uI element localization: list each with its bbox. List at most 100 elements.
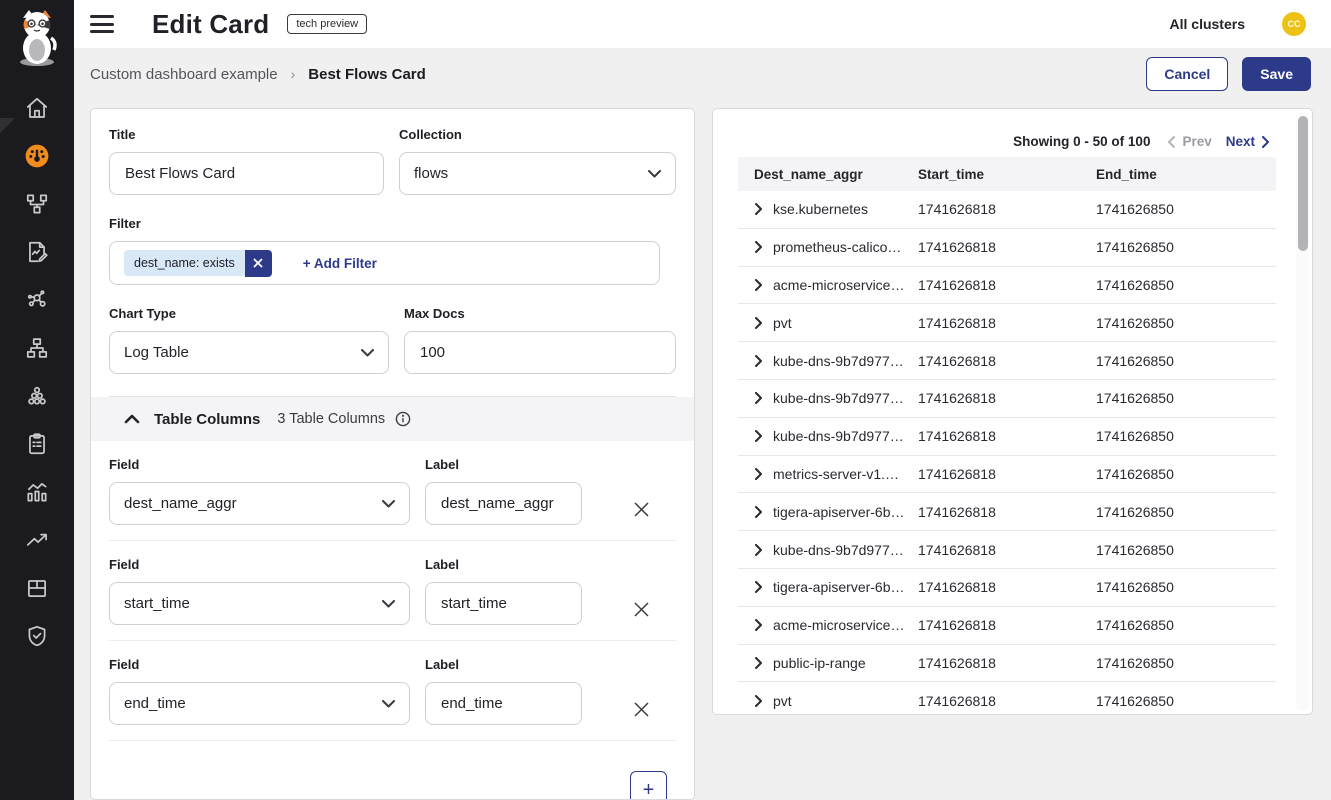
chevron-down-icon [382, 600, 395, 608]
add-column-button[interactable]: + [630, 771, 667, 800]
cell-end-time: 1741626850 [1096, 353, 1276, 369]
field-select[interactable]: start_time [109, 582, 410, 625]
table-row[interactable]: kube-dns-9b7d977f… 1741626818 1741626850 [738, 342, 1276, 380]
cell-dest-name-aggr: metrics-server-v1.3… [773, 466, 905, 482]
info-icon[interactable] [395, 411, 411, 427]
row-expand-chevron-icon[interactable] [754, 241, 763, 253]
nav-home-icon[interactable] [0, 84, 74, 132]
table-row[interactable]: prometheus-calico… 1741626818 1741626850 [738, 229, 1276, 267]
remove-column-button[interactable] [633, 601, 650, 618]
table-columns-section-header[interactable]: Table Columns 3 Table Columns [91, 397, 694, 441]
label-input[interactable] [425, 582, 582, 625]
table-row[interactable]: acme-microservice… 1741626818 1741626850 [738, 607, 1276, 645]
row-expand-chevron-icon[interactable] [754, 468, 763, 480]
scrollbar-thumb[interactable] [1298, 116, 1308, 251]
nav-inventory-icon[interactable] [0, 564, 74, 612]
menu-toggle-icon[interactable] [90, 15, 114, 33]
nav-analytics-icon[interactable] [0, 468, 74, 516]
save-button[interactable]: Save [1242, 57, 1311, 91]
cell-end-time: 1741626850 [1096, 466, 1276, 482]
cell-end-time: 1741626850 [1096, 617, 1276, 633]
chevron-right-icon [1261, 136, 1270, 148]
cell-dest-name-aggr: acme-microservice… [773, 617, 904, 633]
nav-hierarchy-icon[interactable] [0, 324, 74, 372]
next-label: Next [1226, 134, 1255, 149]
filter-label: Filter [109, 216, 676, 231]
field-select[interactable]: end_time [109, 682, 410, 725]
table-row[interactable]: tigera-apiserver-6b… 1741626818 17416268… [738, 493, 1276, 531]
cell-start-time: 1741626818 [918, 466, 1096, 482]
collection-select[interactable]: flows [399, 152, 676, 195]
cell-start-time: 1741626818 [918, 579, 1096, 595]
results-preview-panel: Showing 0 - 50 of 100 Prev Next Dest_nam… [712, 108, 1313, 715]
table-row[interactable]: tigera-apiserver-6b… 1741626818 17416268… [738, 569, 1276, 607]
collapse-chevron-up-icon[interactable] [124, 414, 140, 424]
field-label: Field [109, 657, 410, 672]
max-docs-input[interactable] [404, 331, 676, 374]
remove-filter-button[interactable] [245, 250, 272, 277]
cell-dest-name-aggr: kube-dns-9b7d977f… [773, 542, 905, 558]
field-select[interactable]: dest_name_aggr [109, 482, 410, 525]
remove-column-button[interactable] [633, 501, 650, 518]
chart-type-select[interactable]: Log Table [109, 331, 389, 374]
table-row[interactable]: public-ip-range 1741626818 1741626850 [738, 645, 1276, 683]
table-row[interactable]: metrics-server-v1.3… 1741626818 17416268… [738, 456, 1276, 494]
calico-cat-logo[interactable] [10, 8, 64, 68]
label-input[interactable] [425, 682, 582, 725]
row-expand-chevron-icon[interactable] [754, 544, 763, 556]
nav-compliance-icon[interactable] [0, 420, 74, 468]
breadcrumb-current: Best Flows Card [308, 66, 426, 83]
row-expand-chevron-icon[interactable] [754, 355, 763, 367]
nav-connections-icon[interactable] [0, 276, 74, 324]
title-input[interactable] [109, 152, 384, 195]
row-expand-chevron-icon[interactable] [754, 317, 763, 329]
row-expand-chevron-icon[interactable] [754, 695, 763, 707]
cell-start-time: 1741626818 [918, 201, 1096, 217]
results-scrollbar[interactable] [1296, 112, 1309, 711]
table-row[interactable]: pvt 1741626818 1741626850 [738, 682, 1276, 715]
table-column-editor-row: Field dest_name_aggr Label [109, 457, 676, 541]
table-row[interactable]: kube-dns-9b7d977f… 1741626818 1741626850 [738, 418, 1276, 456]
next-page-button[interactable]: Next [1226, 134, 1270, 149]
table-row[interactable]: kube-dns-9b7d977f… 1741626818 1741626850 [738, 531, 1276, 569]
row-expand-chevron-icon[interactable] [754, 657, 763, 669]
filter-box[interactable]: dest_name: exists + Add Filter [109, 241, 660, 285]
cell-dest-name-aggr: public-ip-range [773, 655, 866, 671]
row-expand-chevron-icon[interactable] [754, 506, 763, 518]
breadcrumb-parent[interactable]: Custom dashboard example [90, 66, 278, 83]
nav-reports-edit-icon[interactable] [0, 228, 74, 276]
chevron-down-icon [382, 500, 395, 508]
cell-start-time: 1741626818 [918, 390, 1096, 406]
prev-page-button[interactable]: Prev [1167, 134, 1211, 149]
nav-clusters-icon[interactable] [0, 372, 74, 420]
nav-service-graph-icon[interactable] [0, 180, 74, 228]
row-expand-chevron-icon[interactable] [754, 581, 763, 593]
cell-dest-name-aggr: pvt [773, 315, 792, 331]
cell-dest-name-aggr: acme-microservice… [773, 277, 904, 293]
table-row[interactable]: pvt 1741626818 1741626850 [738, 304, 1276, 342]
cell-dest-name-aggr: prometheus-calico… [773, 239, 901, 255]
table-row[interactable]: acme-microservice… 1741626818 1741626850 [738, 267, 1276, 305]
remove-column-button[interactable] [633, 701, 650, 718]
add-filter-link[interactable]: + Add Filter [303, 256, 377, 271]
table-row[interactable]: kube-dns-9b7d977f… 1741626818 1741626850 [738, 380, 1276, 418]
max-docs-label: Max Docs [404, 306, 676, 321]
cancel-button[interactable]: Cancel [1146, 57, 1228, 91]
results-table-header: Dest_name_aggr Start_time End_time [738, 157, 1276, 191]
cell-start-time: 1741626818 [918, 504, 1096, 520]
field-label: Field [109, 557, 410, 572]
row-expand-chevron-icon[interactable] [754, 279, 763, 291]
row-expand-chevron-icon[interactable] [754, 619, 763, 631]
cluster-selector[interactable]: All clusters [1170, 16, 1245, 32]
label-input[interactable] [425, 482, 582, 525]
table-row[interactable]: kse.kubernetes 1741626818 1741626850 [738, 191, 1276, 229]
nav-dashboards-icon[interactable] [0, 132, 74, 180]
row-expand-chevron-icon[interactable] [754, 392, 763, 404]
filter-chip: dest_name: exists [124, 250, 272, 277]
row-expand-chevron-icon[interactable] [754, 203, 763, 215]
row-expand-chevron-icon[interactable] [754, 430, 763, 442]
table-columns-title: Table Columns [154, 411, 260, 428]
nav-trends-icon[interactable] [0, 516, 74, 564]
nav-threat-defense-icon[interactable] [0, 612, 74, 660]
user-avatar[interactable]: CC [1282, 12, 1306, 36]
